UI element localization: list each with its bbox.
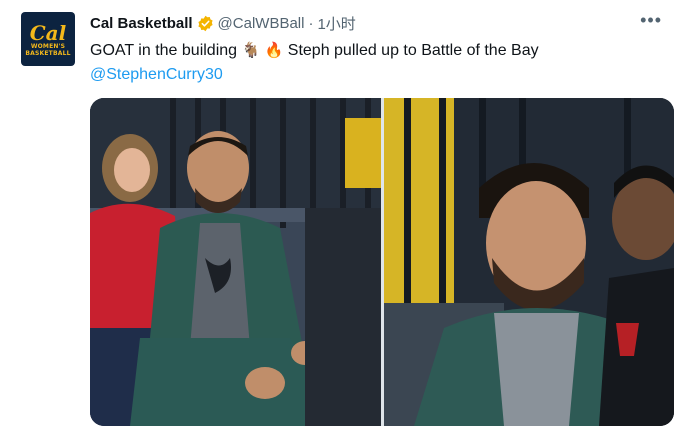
- text-part2: Steph pulled up to Battle of the Bay: [283, 42, 539, 59]
- avatar-line1: WOMEN'S: [30, 43, 66, 50]
- fire-emoji-icon: 🔥: [264, 41, 284, 59]
- avatar-logo: Cal: [29, 21, 67, 45]
- text-part1: GOAT in the building: [90, 42, 242, 59]
- author-name[interactable]: Cal Basketball: [90, 15, 193, 32]
- more-dots-icon[interactable]: •••: [640, 10, 662, 31]
- tweet-header: Cal Basketball @CalWBBall · 1小时: [90, 12, 356, 34]
- tweet-text: GOAT in the building 🐐 🔥 Steph pulled up…: [90, 38, 650, 87]
- mention-link[interactable]: @StephenCurry30: [90, 66, 223, 83]
- avatar-line2: BASKETBALL: [25, 50, 71, 57]
- verified-badge-icon: [197, 15, 214, 32]
- photo-right[interactable]: [384, 98, 674, 426]
- timestamp[interactable]: 1小时: [317, 13, 355, 34]
- avatar[interactable]: Cal WOMEN'S BASKETBALL: [21, 12, 75, 66]
- goat-emoji-icon: 🐐: [241, 41, 261, 59]
- media-grid: [90, 98, 674, 426]
- separator: ·: [308, 14, 314, 32]
- photo-left[interactable]: [90, 98, 381, 426]
- author-handle[interactable]: @CalWBBall: [218, 15, 305, 32]
